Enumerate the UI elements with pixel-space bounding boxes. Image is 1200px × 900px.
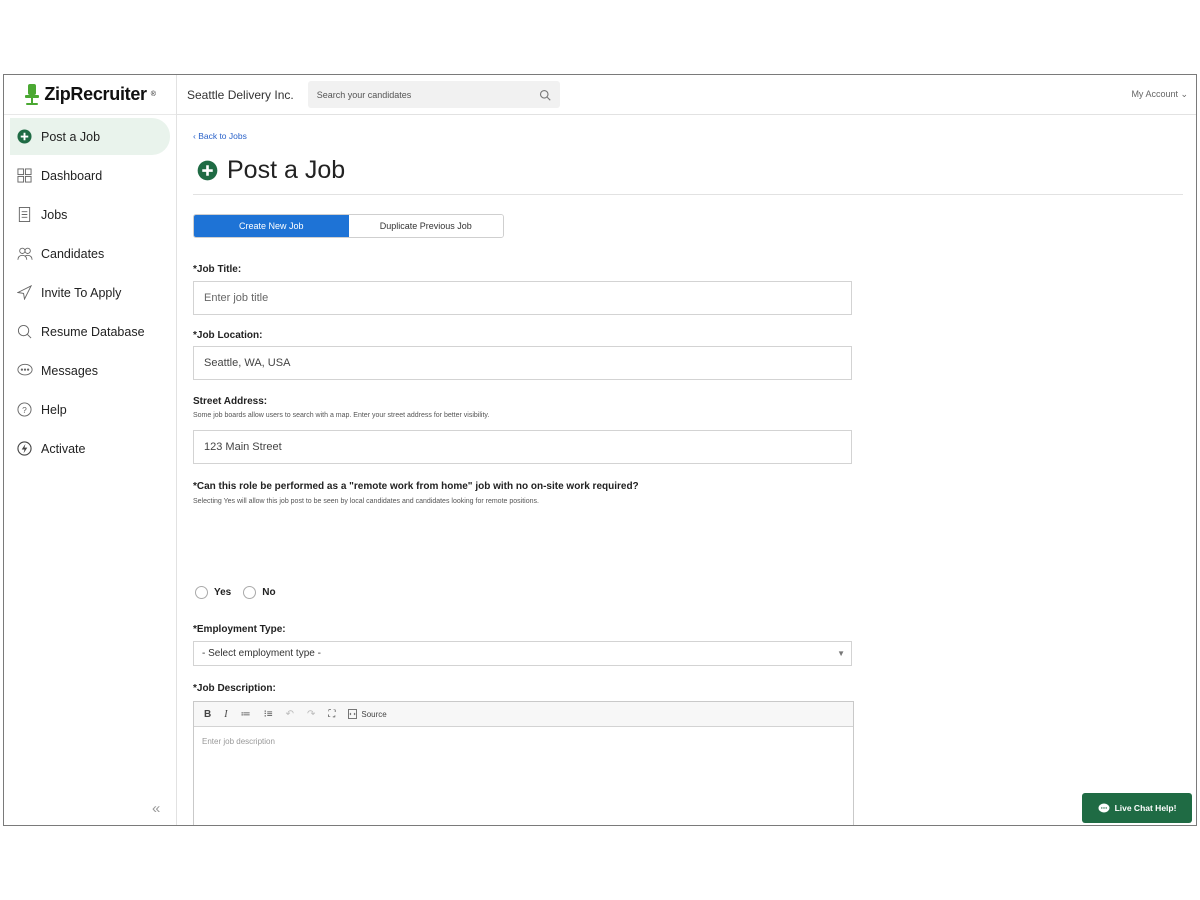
select-value: - Select employment type -: [202, 648, 321, 659]
page-title: Post a Job: [197, 156, 345, 185]
my-account-menu[interactable]: My Account ⌄: [1131, 89, 1188, 100]
sidebar-item-label: Dashboard: [41, 168, 103, 183]
chat-bubble-icon: [16, 362, 33, 379]
bold-button[interactable]: B: [204, 709, 211, 720]
app-window: ZipRecruiter ® Post a Job Dashboard Jobs…: [3, 74, 1197, 826]
job-description-editor: B I ≔ ⁝≡ ↶ ↷ ⛶ Source Enter job descript…: [193, 701, 854, 825]
radio-circle[interactable]: [243, 586, 257, 599]
sidebar-item-post-a-job[interactable]: Post a Job: [10, 118, 170, 155]
remote-question-label: *Can this role be performed as a "remote…: [193, 481, 639, 492]
sidebar-nav: Post a Job Dashboard Jobs Candidates Inv…: [4, 115, 176, 467]
sidebar-item-label: Post a Job: [41, 129, 101, 144]
sidebar-item-activate[interactable]: Activate: [10, 430, 170, 467]
search-icon: [16, 323, 33, 340]
sidebar: ZipRecruiter ® Post a Job Dashboard Jobs…: [4, 75, 177, 825]
editor-body[interactable]: Enter job description: [194, 727, 853, 825]
job-title-label: *Job Title:: [193, 264, 242, 275]
source-button[interactable]: Source: [348, 709, 387, 719]
job-location-label: *Job Location:: [193, 330, 263, 341]
undo-button[interactable]: ↶: [286, 709, 294, 720]
redo-button[interactable]: ↷: [307, 709, 315, 720]
sidebar-item-messages[interactable]: Messages: [10, 352, 170, 389]
grid-icon: [16, 167, 33, 184]
radio-circle[interactable]: [195, 586, 208, 599]
street-address-field[interactable]: [193, 430, 852, 464]
brand-name: ZipRecruiter: [44, 84, 147, 104]
numbered-list-button[interactable]: ≔: [241, 709, 251, 720]
chevron-down-icon: ▼: [837, 649, 845, 658]
logo-row: ZipRecruiter ®: [4, 75, 176, 115]
sidebar-item-label: Candidates: [41, 246, 105, 261]
employment-type-select[interactable]: - Select employment type - ▼: [193, 641, 852, 666]
document-icon: [16, 206, 33, 223]
brand-mark: ®: [150, 91, 156, 98]
street-address-label: Street Address:: [193, 396, 268, 407]
radio-label: No: [262, 587, 276, 598]
live-chat-label: Live Chat Help!: [1114, 803, 1177, 813]
tab-duplicate-previous-job[interactable]: Duplicate Previous Job: [348, 215, 503, 237]
chat-bubble-icon: [1098, 803, 1110, 812]
main-content: ‹ Back to Jobs Post a Job Create New Job…: [193, 115, 1196, 825]
sidebar-item-label: Activate: [41, 441, 86, 456]
chair-logo-icon: [25, 83, 40, 105]
sidebar-item-label: Jobs: [41, 207, 68, 222]
radio-label: Yes: [214, 587, 232, 598]
sidebar-item-label: Help: [41, 402, 67, 417]
company-name: Seattle Delivery Inc.: [187, 87, 294, 102]
page-title-text: Post a Job: [227, 156, 346, 184]
sidebar-item-resume-database[interactable]: Resume Database: [10, 313, 170, 350]
remote-no-radio[interactable]: No: [243, 586, 276, 599]
svg-text:?: ?: [22, 405, 27, 415]
job-creation-tabs: Create New Job Duplicate Previous Job: [193, 214, 504, 238]
topbar: Seattle Delivery Inc. Search your candid…: [177, 75, 1196, 115]
sidebar-item-jobs[interactable]: Jobs: [10, 196, 170, 233]
job-location-field[interactable]: [193, 346, 852, 380]
remote-yes-radio[interactable]: Yes: [195, 586, 231, 599]
send-icon: [16, 284, 33, 301]
search-icon[interactable]: [539, 89, 551, 101]
street-address-hint: Some job boards allow users to search wi…: [193, 412, 490, 419]
sidebar-item-help[interactable]: ? Help: [10, 391, 170, 428]
source-icon: [348, 709, 358, 719]
sidebar-item-label: Resume Database: [41, 324, 145, 339]
back-to-jobs-link[interactable]: ‹ Back to Jobs: [193, 131, 247, 141]
sidebar-item-label: Messages: [41, 363, 98, 378]
candidate-search[interactable]: Search your candidates: [307, 81, 560, 108]
job-description-label: *Job Description:: [193, 683, 276, 694]
job-title-field[interactable]: [193, 281, 852, 315]
ziprecruiter-logo[interactable]: ZipRecruiter ®: [24, 83, 156, 106]
sidebar-item-dashboard[interactable]: Dashboard: [10, 157, 170, 194]
bolt-circle-icon: [16, 440, 33, 457]
question-icon: ?: [16, 401, 33, 418]
sidebar-item-label: Invite To Apply: [41, 285, 122, 300]
remote-radio-group: Yes No: [195, 586, 280, 599]
italic-button[interactable]: I: [224, 709, 227, 720]
people-icon: [16, 245, 33, 262]
search-input-placeholder[interactable]: Search your candidates: [317, 90, 412, 100]
collapse-sidebar-button[interactable]: «: [152, 800, 160, 817]
plus-circle-icon: [197, 160, 218, 181]
live-chat-button[interactable]: Live Chat Help!: [1082, 793, 1192, 823]
bulleted-list-button[interactable]: ⁝≡: [264, 709, 273, 720]
remote-question-hint: Selecting Yes will allow this job post t…: [193, 498, 539, 505]
employment-type-label: *Employment Type:: [193, 624, 286, 635]
maximize-button[interactable]: ⛶: [328, 709, 335, 720]
plus-circle-icon: [16, 128, 33, 145]
editor-placeholder: Enter job description: [202, 737, 275, 746]
sidebar-item-invite-to-apply[interactable]: Invite To Apply: [10, 274, 170, 311]
sidebar-item-candidates[interactable]: Candidates: [10, 235, 170, 272]
source-label: Source: [361, 709, 387, 719]
editor-toolbar: B I ≔ ⁝≡ ↶ ↷ ⛶ Source: [194, 702, 853, 727]
tab-create-new-job[interactable]: Create New Job: [194, 215, 349, 237]
divider: [193, 194, 1183, 195]
